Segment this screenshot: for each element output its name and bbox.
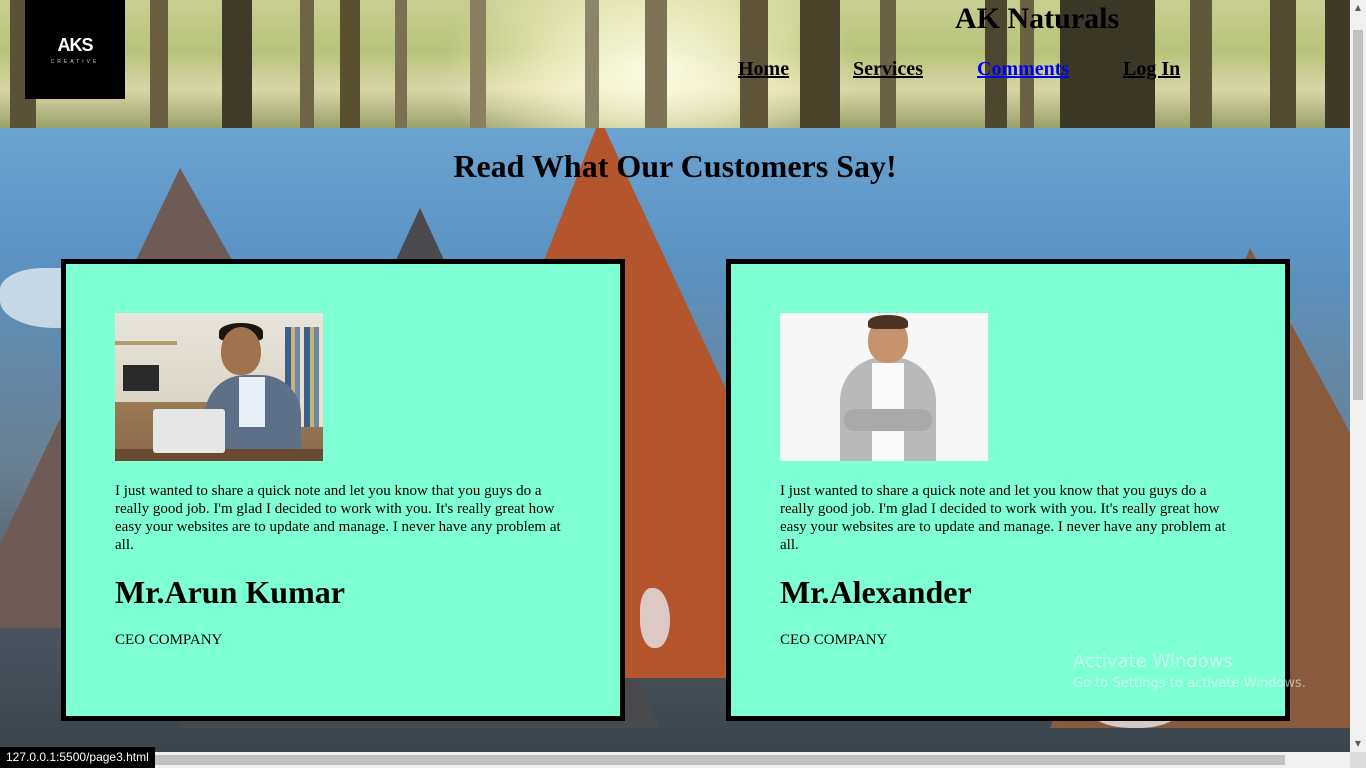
- nav-link-comments[interactable]: Comments: [977, 58, 1069, 81]
- horizontal-scrollbar-thumb[interactable]: [150, 755, 1285, 765]
- watermark-subtitle: Go to Settings to activate Windows.: [1073, 676, 1306, 691]
- header-tree-trunk: [300, 0, 314, 128]
- header-tree-trunk: [340, 0, 360, 128]
- windows-activation-watermark: Activate Windows Go to Settings to activ…: [1073, 651, 1306, 691]
- page-title: Read What Our Customers Say!: [453, 148, 897, 184]
- watermark-title: Activate Windows: [1073, 651, 1233, 672]
- scroll-up-arrow-icon[interactable]: ▲: [1350, 0, 1366, 16]
- header-tree-trunk: [150, 0, 168, 128]
- horizontal-scrollbar[interactable]: [0, 752, 1350, 768]
- site-header: AKS CREATIVE AK Naturals Home Services C…: [0, 0, 1350, 128]
- header-tree-trunk: [800, 0, 840, 128]
- vertical-scrollbar-thumb[interactable]: [1353, 30, 1363, 400]
- header-tree-trunk: [1325, 0, 1350, 128]
- testimonial-quote: I just wanted to share a quick note and …: [115, 483, 561, 553]
- customer-role: CEO COMPANY: [115, 632, 223, 648]
- customer-photo: [115, 313, 323, 461]
- site-logo[interactable]: AKS CREATIVE: [25, 0, 125, 99]
- testimonial-quote: I just wanted to share a quick note and …: [780, 483, 1226, 553]
- customer-photo: [780, 313, 988, 461]
- nav-link-home[interactable]: Home: [738, 58, 789, 81]
- header-tree-trunk: [222, 0, 252, 128]
- customer-role: CEO COMPANY: [780, 632, 888, 648]
- logo-mark: AKS: [57, 34, 93, 55]
- customer-name: Mr.Alexander: [780, 574, 972, 610]
- header-tree-trunk: [1270, 0, 1296, 128]
- header-tree-trunk: [1190, 0, 1212, 128]
- customer-name: Mr.Arun Kumar: [115, 574, 345, 610]
- header-tree-trunk: [645, 0, 667, 128]
- status-bar-url: 127.0.0.1:5500/page3.html: [0, 747, 155, 768]
- testimonial-card: I just wanted to share a quick note and …: [61, 259, 625, 721]
- nav-link-login[interactable]: Log In: [1123, 58, 1180, 81]
- vertical-scrollbar[interactable]: ▲ ▼: [1350, 0, 1366, 752]
- scrollbar-corner: [1350, 752, 1366, 768]
- logo-subtext: CREATIVE: [50, 58, 100, 65]
- header-tree-trunk: [395, 0, 407, 128]
- site-title: AK Naturals: [955, 2, 1120, 35]
- header-tree-trunk: [585, 0, 599, 128]
- nav-link-services[interactable]: Services: [853, 58, 923, 81]
- scroll-down-arrow-icon[interactable]: ▼: [1350, 736, 1366, 752]
- header-tree-trunk: [470, 0, 486, 128]
